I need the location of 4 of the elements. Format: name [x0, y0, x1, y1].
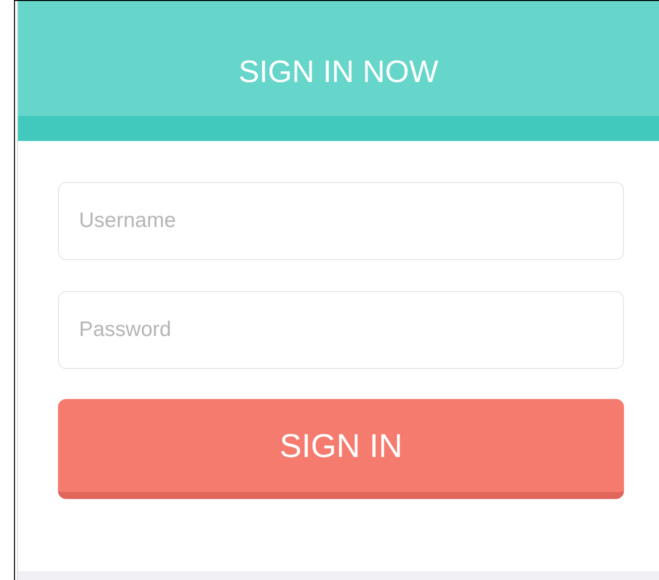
sign-in-button[interactable]: SIGN IN: [58, 399, 624, 499]
header-title: SIGN IN NOW: [238, 54, 438, 89]
username-field[interactable]: Username: [58, 182, 624, 260]
password-field[interactable]: Password: [58, 291, 624, 369]
